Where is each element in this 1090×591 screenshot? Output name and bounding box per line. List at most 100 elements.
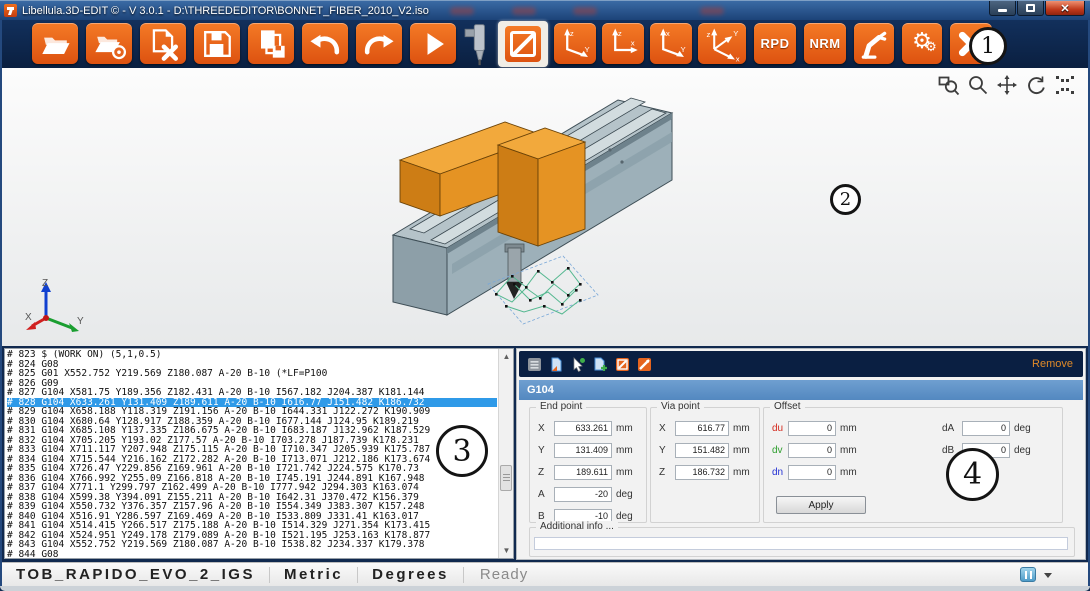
settings-gears-button[interactable]: ⚙ ⚙ — [902, 23, 942, 64]
view-plane-zy-button[interactable] — [554, 23, 596, 64]
close-file-button[interactable] — [140, 23, 186, 64]
field-label-da: dA — [942, 422, 955, 434]
zoom-icon[interactable] — [967, 74, 989, 96]
end-point-x-input[interactable] — [554, 420, 612, 436]
scroll-up-arrow[interactable]: ▲ — [499, 349, 514, 364]
field-label: Z — [538, 466, 545, 478]
edit-mode-toggle-button[interactable] — [498, 21, 548, 67]
viewport-3d[interactable]: Z Y X — [2, 68, 1088, 346]
info-icon[interactable] — [1020, 567, 1036, 582]
end-point-y-input[interactable] — [554, 442, 612, 458]
field-label-du: du — [772, 422, 784, 434]
end-point-fieldset: End point X mm Y mm Z mm A deg — [529, 401, 647, 524]
redo-button[interactable] — [356, 23, 402, 64]
blurred-mark — [573, 7, 597, 15]
field-label-dn: dn — [772, 466, 784, 478]
title-bar: Libellula.3D-EDIT © - V 3.0.1 - D:\THREE… — [0, 0, 1090, 20]
robot-arm-button[interactable] — [854, 23, 894, 64]
edit-alt-icon[interactable] — [637, 357, 652, 372]
status-bar: TOB_RAPIDO_EVO_2_IGS Metric Degrees Read… — [2, 562, 1088, 586]
view-plane-zx-button[interactable] — [602, 23, 644, 64]
close-button[interactable]: ✕ — [1045, 1, 1085, 16]
offset-legend: Offset — [770, 401, 805, 412]
main-toolbar: RPD NRM ⚙ ⚙ — [2, 20, 1088, 68]
window-border-bottom — [0, 586, 1090, 591]
save-as-button[interactable] — [248, 23, 294, 64]
field-label: B — [538, 510, 545, 522]
end-point-a-input[interactable] — [554, 486, 612, 502]
application-window: z Y z x x Y z — [0, 0, 1090, 591]
additional-info-fieldset: Additional info ... — [529, 521, 1075, 557]
listing-scrollbar[interactable]: ▲ ▼ — [498, 349, 513, 558]
code-line[interactable]: # 823 $ (WORK ON) (5,1,0.5) — [7, 350, 497, 360]
code-line[interactable]: # 843 G104 X552.752 Y219.569 Z180.087 A-… — [7, 540, 497, 550]
scrollbar-thumb[interactable] — [500, 465, 512, 491]
pan-icon[interactable] — [996, 74, 1018, 96]
gcode-block-header: G104 — [519, 380, 1083, 400]
nrm-button[interactable]: NRM — [804, 23, 846, 64]
field-label: Y — [538, 444, 545, 456]
list-icon[interactable] — [527, 357, 542, 372]
run-button[interactable] — [410, 23, 456, 64]
view-iso-button[interactable] — [698, 23, 746, 64]
document-icon[interactable] — [549, 357, 564, 372]
field-label: X — [659, 422, 666, 434]
select-icon[interactable] — [571, 356, 586, 372]
blurred-mark — [450, 7, 474, 15]
apply-button[interactable]: Apply — [776, 496, 866, 514]
triad-x-label: X — [25, 312, 32, 323]
minimize-button[interactable] — [989, 1, 1016, 16]
field-label-dv: dv — [772, 444, 783, 456]
app-logo-icon — [4, 4, 17, 17]
rpd-label: RPD — [760, 36, 790, 51]
open-file-options-button[interactable] — [86, 23, 132, 64]
annotation-3: 3 — [436, 425, 488, 477]
save-button[interactable] — [194, 23, 240, 64]
edit-mode-icon — [505, 26, 541, 62]
annotation-1: 1 — [969, 27, 1007, 65]
add-document-icon[interactable] — [593, 357, 608, 372]
offset-du-input[interactable] — [788, 420, 836, 436]
triad-y-label: Y — [77, 316, 84, 327]
tool-head-icon — [462, 21, 494, 67]
panel-toolbar: Remove — [519, 351, 1083, 377]
end-point-z-input[interactable] — [554, 464, 612, 480]
annotation-2: 2 — [830, 184, 861, 215]
zoom-window-icon[interactable] — [938, 74, 960, 96]
field-label: Y — [659, 444, 666, 456]
nrm-label: NRM — [809, 36, 841, 51]
properties-panel: Remove G104 End point X mm Y mm Z mm A — [516, 348, 1086, 560]
field-label: Z — [659, 466, 666, 478]
status-units: Metric — [283, 566, 344, 583]
via-point-x-input[interactable] — [675, 420, 729, 436]
undo-button[interactable] — [302, 23, 348, 64]
via-point-fieldset: Via point X mm Y mm Z mm — [650, 401, 760, 523]
status-file-name: TOB_RAPIDO_EVO_2_IGS — [16, 566, 255, 583]
via-point-z-input[interactable] — [675, 464, 729, 480]
offset-fieldset: Offset du mm dv mm dn mm dA deg — [763, 401, 1063, 523]
scroll-down-arrow[interactable]: ▼ — [499, 543, 514, 558]
blurred-mark — [700, 7, 724, 15]
status-angle-units: Degrees — [372, 566, 449, 583]
maximize-button[interactable] — [1017, 1, 1044, 16]
machine-3d-model — [391, 97, 674, 325]
open-file-button[interactable] — [32, 23, 78, 64]
remove-button[interactable]: Remove — [1032, 358, 1073, 370]
gcode-lines: # 823 $ (WORK ON) (5,1,0.5) # 824 G08 # 82… — [7, 350, 497, 557]
view-controls — [938, 74, 1076, 96]
offset-da-input[interactable] — [962, 420, 1010, 436]
additional-info-input[interactable] — [534, 537, 1068, 550]
end-point-legend: End point — [536, 401, 587, 412]
code-line[interactable]: # 825 G01 X552.752 Y219.569 Z180.087 A-2… — [7, 369, 497, 379]
view-plane-xy-button[interactable] — [650, 23, 692, 64]
offset-dn-input[interactable] — [788, 464, 836, 480]
via-point-y-input[interactable] — [675, 442, 729, 458]
rotate-view-icon[interactable] — [1025, 74, 1047, 96]
offset-dv-input[interactable] — [788, 442, 836, 458]
rpd-button[interactable]: RPD — [754, 23, 796, 64]
edit-icon[interactable] — [615, 357, 630, 372]
axis-triad: Z Y X — [25, 278, 84, 332]
fit-view-icon[interactable] — [1054, 74, 1076, 96]
code-line[interactable]: # 844 G08 — [7, 549, 497, 557]
dropdown-arrow-icon[interactable] — [1044, 573, 1052, 578]
